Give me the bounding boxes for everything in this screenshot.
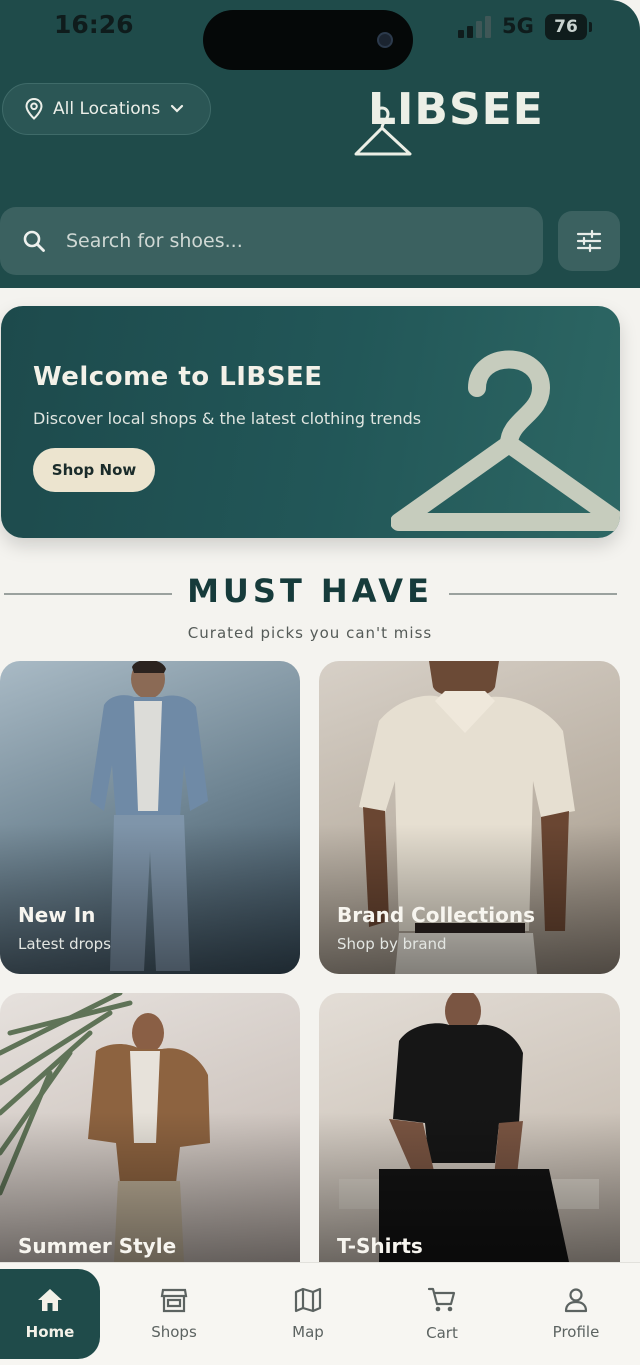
nav-cart[interactable]: Cart <box>392 1269 492 1359</box>
search-icon <box>23 230 45 252</box>
location-pin-icon <box>25 98 43 120</box>
card-subtitle: Latest drops <box>18 935 111 953</box>
shop-now-button[interactable]: Shop Now <box>33 448 155 492</box>
banner-subtitle: Discover local shops & the latest clothi… <box>33 409 422 428</box>
nav-shops[interactable]: Shops <box>124 1269 224 1359</box>
logo-text: LIBSEE <box>368 84 544 135</box>
card-title: T-Shirts <box>337 1234 423 1258</box>
banner-title: Welcome to LIBSEE <box>33 362 323 392</box>
filter-button[interactable] <box>558 211 620 271</box>
section-subtitle: Curated picks you can't miss <box>187 624 433 642</box>
chevron-down-icon <box>171 104 184 113</box>
nav-home[interactable]: Home <box>0 1269 100 1359</box>
status-time: 16:26 <box>54 10 134 39</box>
category-card-t-shirts[interactable]: T-Shirts <box>319 993 620 1262</box>
category-card-new-in[interactable]: New In Latest drops <box>0 661 300 974</box>
nav-label: Profile <box>552 1323 600 1341</box>
nav-label: Cart <box>426 1324 458 1342</box>
nav-label: Map <box>292 1323 324 1341</box>
category-card-summer-style[interactable]: Summer Style <box>0 993 300 1262</box>
section-title: MUST HAVE <box>187 572 433 610</box>
nav-profile[interactable]: Profile <box>526 1269 626 1359</box>
battery-icon: 76 <box>545 14 592 40</box>
dynamic-island <box>203 10 413 70</box>
card-title: Summer Style <box>18 1234 177 1258</box>
cart-icon <box>427 1287 456 1312</box>
camera-icon <box>377 32 393 48</box>
welcome-banner: Welcome to LIBSEE Discover local shops &… <box>1 306 620 538</box>
location-selector[interactable]: All Locations <box>2 83 211 135</box>
nav-map[interactable]: Map <box>258 1269 358 1359</box>
brand-logo: LIBSEE <box>352 84 552 156</box>
signal-icon <box>458 16 494 38</box>
filter-sliders-icon <box>576 229 602 253</box>
search-input[interactable] <box>66 230 486 252</box>
network-type: 5G <box>502 14 534 38</box>
home-icon <box>38 1289 62 1311</box>
store-icon <box>160 1288 188 1313</box>
map-icon <box>294 1287 322 1313</box>
card-subtitle: Shop by brand <box>337 935 447 953</box>
bottom-navigation: Home Shops Map Cart Profile <box>0 1262 640 1365</box>
hanger-icon <box>391 350 620 531</box>
search-bar[interactable] <box>0 207 543 275</box>
card-title: New In <box>18 903 96 927</box>
location-label: All Locations <box>53 99 161 119</box>
category-card-brand-collections[interactable]: Brand Collections Shop by brand <box>319 661 620 974</box>
status-bar: 16:26 5G 76 <box>0 0 640 70</box>
profile-icon <box>564 1288 588 1313</box>
nav-label: Home <box>25 1323 75 1341</box>
nav-label: Shops <box>151 1323 197 1341</box>
card-title: Brand Collections <box>337 903 535 927</box>
